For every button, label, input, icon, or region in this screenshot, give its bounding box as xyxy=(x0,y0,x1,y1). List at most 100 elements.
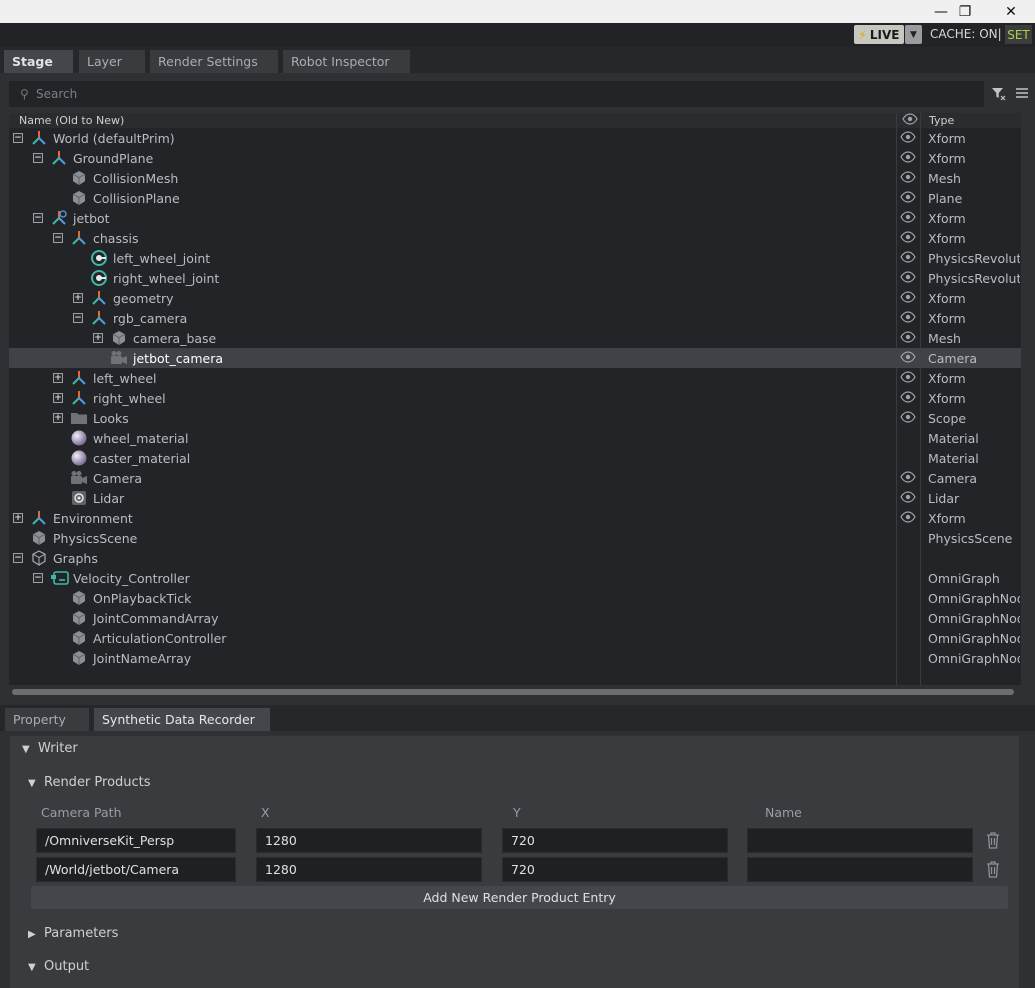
product-name-field[interactable] xyxy=(747,828,973,853)
column-header-name[interactable]: Name (Old to New) xyxy=(19,114,124,127)
tab-render-settings[interactable]: Render Settings xyxy=(150,50,278,73)
tree-row[interactable]: − GroundPlane Xform xyxy=(9,148,1021,168)
tree-row[interactable]: PhysicsScene PhysicsScene xyxy=(9,528,1021,548)
restore-button[interactable]: ❐ xyxy=(942,0,988,23)
live-button[interactable]: ⚡ LIVE xyxy=(854,25,904,44)
section-parameters[interactable]: ▶ Parameters xyxy=(28,926,118,941)
close-window-button[interactable]: ✕ xyxy=(988,0,1034,23)
visibility-eye-icon[interactable] xyxy=(900,251,916,265)
tree-row[interactable]: − World (defaultPrim) Xform xyxy=(9,128,1021,148)
section-writer[interactable]: ▼ Writer xyxy=(22,741,78,756)
folder-icon xyxy=(70,409,88,427)
tab-stage[interactable]: Stage xyxy=(4,50,73,73)
tree-row[interactable]: − Graphs xyxy=(9,548,1021,568)
tree-row[interactable]: Camera Camera xyxy=(9,468,1021,488)
visibility-eye-icon[interactable] xyxy=(900,371,916,385)
visibility-eye-icon[interactable] xyxy=(900,171,916,185)
column-header-type[interactable]: Type xyxy=(929,114,954,127)
collapse-icon[interactable]: − xyxy=(33,153,43,163)
camera-path-field[interactable]: /OmniverseKit_Persp xyxy=(36,828,236,853)
visibility-eye-icon[interactable] xyxy=(900,131,916,145)
expand-icon[interactable]: + xyxy=(93,333,103,343)
set-button[interactable]: SET xyxy=(1005,25,1032,44)
header-x: X xyxy=(261,805,270,820)
live-dropdown-button[interactable]: ▼ xyxy=(905,25,922,44)
tree-row-type: Scope xyxy=(928,411,967,426)
tree-row[interactable]: CollisionMesh Mesh xyxy=(9,168,1021,188)
tree-row-name: geometry xyxy=(113,291,174,306)
xform-icon xyxy=(30,129,48,147)
tree-row[interactable]: + camera_base Mesh xyxy=(9,328,1021,348)
section-render-products[interactable]: ▼ Render Products xyxy=(28,775,151,790)
visibility-eye-icon[interactable] xyxy=(900,211,916,225)
tree-row[interactable]: wheel_material Material xyxy=(9,428,1021,448)
expand-icon[interactable]: + xyxy=(73,293,83,303)
visibility-eye-icon[interactable] xyxy=(900,271,916,285)
visibility-eye-icon[interactable] xyxy=(900,291,916,305)
tree-row[interactable]: Lidar Lidar xyxy=(9,488,1021,508)
resolution-y-field[interactable]: 720 xyxy=(502,828,728,853)
collapse-icon[interactable]: − xyxy=(73,313,83,323)
tree-row[interactable]: JointCommandArray OmniGraphNode xyxy=(9,608,1021,628)
tree-row[interactable]: + left_wheel Xform xyxy=(9,368,1021,388)
tree-row-type: PhysicsRevoluteJoint xyxy=(928,271,1020,286)
visibility-eye-icon[interactable] xyxy=(900,511,916,525)
tree-row[interactable]: JointNameArray OmniGraphNode xyxy=(9,648,1021,668)
chevron-down-icon: ▼ xyxy=(910,29,917,40)
tree-row[interactable]: − Velocity_Controller OmniGraph xyxy=(9,568,1021,588)
visibility-eye-icon[interactable] xyxy=(900,471,916,485)
expand-icon[interactable]: + xyxy=(13,513,23,523)
tree-row[interactable]: OnPlaybackTick OmniGraphNode xyxy=(9,588,1021,608)
tree-row[interactable]: + Environment Xform xyxy=(9,508,1021,528)
tree-row[interactable]: CollisionPlane Plane xyxy=(9,188,1021,208)
tree-row[interactable]: − chassis Xform xyxy=(9,228,1021,248)
visibility-eye-icon[interactable] xyxy=(900,411,916,425)
tree-row[interactable]: caster_material Material xyxy=(9,448,1021,468)
collapse-icon[interactable]: − xyxy=(33,213,43,223)
visibility-eye-icon[interactable] xyxy=(900,391,916,405)
resolution-y-field[interactable]: 720 xyxy=(502,857,728,882)
visibility-eye-icon[interactable] xyxy=(900,311,916,325)
tree-row[interactable]: ArticulationController OmniGraphNode xyxy=(9,628,1021,648)
collapse-icon[interactable]: − xyxy=(33,573,43,583)
trash-icon[interactable] xyxy=(985,831,1001,849)
resolution-x-field[interactable]: 1280 xyxy=(256,828,482,853)
search-input[interactable] xyxy=(36,84,966,104)
menu-icon[interactable] xyxy=(1013,84,1031,102)
expand-icon[interactable]: + xyxy=(53,393,63,403)
visibility-eye-icon[interactable] xyxy=(900,151,916,165)
visibility-header-eye-icon[interactable] xyxy=(902,113,918,128)
visibility-eye-icon[interactable] xyxy=(900,331,916,345)
tab-robot-inspector[interactable]: Robot Inspector xyxy=(283,50,410,73)
tree-row[interactable]: + right_wheel Xform xyxy=(9,388,1021,408)
tree-row[interactable]: jetbot_camera Camera xyxy=(9,348,1021,368)
product-name-field[interactable] xyxy=(747,857,973,882)
filter-icon[interactable] xyxy=(989,84,1007,102)
trash-icon[interactable] xyxy=(985,860,1001,878)
tree-row[interactable]: + Looks Scope xyxy=(9,408,1021,428)
tree-row-name: Velocity_Controller xyxy=(73,571,190,586)
expand-icon[interactable]: + xyxy=(53,413,63,423)
tab-property[interactable]: Property xyxy=(5,708,89,731)
add-render-product-button[interactable]: Add New Render Product Entry xyxy=(31,886,1008,909)
tree-row[interactable]: left_wheel_joint PhysicsRevoluteJoint xyxy=(9,248,1021,268)
tab-synthetic-data-recorder[interactable]: Synthetic Data Recorder xyxy=(94,708,270,731)
tree-row[interactable]: − rgb_camera Xform xyxy=(9,308,1021,328)
tree-row[interactable]: − jetbot Xform xyxy=(9,208,1021,228)
expand-icon[interactable]: + xyxy=(53,373,63,383)
section-output[interactable]: ▼ Output xyxy=(28,959,89,974)
joint-icon xyxy=(90,249,108,267)
visibility-eye-icon[interactable] xyxy=(900,191,916,205)
camera-path-field[interactable]: /World/jetbot/Camera xyxy=(36,857,236,882)
tree-row[interactable]: + geometry Xform xyxy=(9,288,1021,308)
horizontal-scrollbar[interactable] xyxy=(12,689,1014,695)
collapse-icon[interactable]: − xyxy=(13,133,23,143)
resolution-x-field[interactable]: 1280 xyxy=(256,857,482,882)
tab-layer[interactable]: Layer xyxy=(79,50,145,73)
visibility-eye-icon[interactable] xyxy=(900,351,916,365)
visibility-eye-icon[interactable] xyxy=(900,491,916,505)
tree-row[interactable]: right_wheel_joint PhysicsRevoluteJoint xyxy=(9,268,1021,288)
collapse-icon[interactable]: − xyxy=(53,233,63,243)
visibility-eye-icon[interactable] xyxy=(900,231,916,245)
collapse-icon[interactable]: − xyxy=(13,553,23,563)
